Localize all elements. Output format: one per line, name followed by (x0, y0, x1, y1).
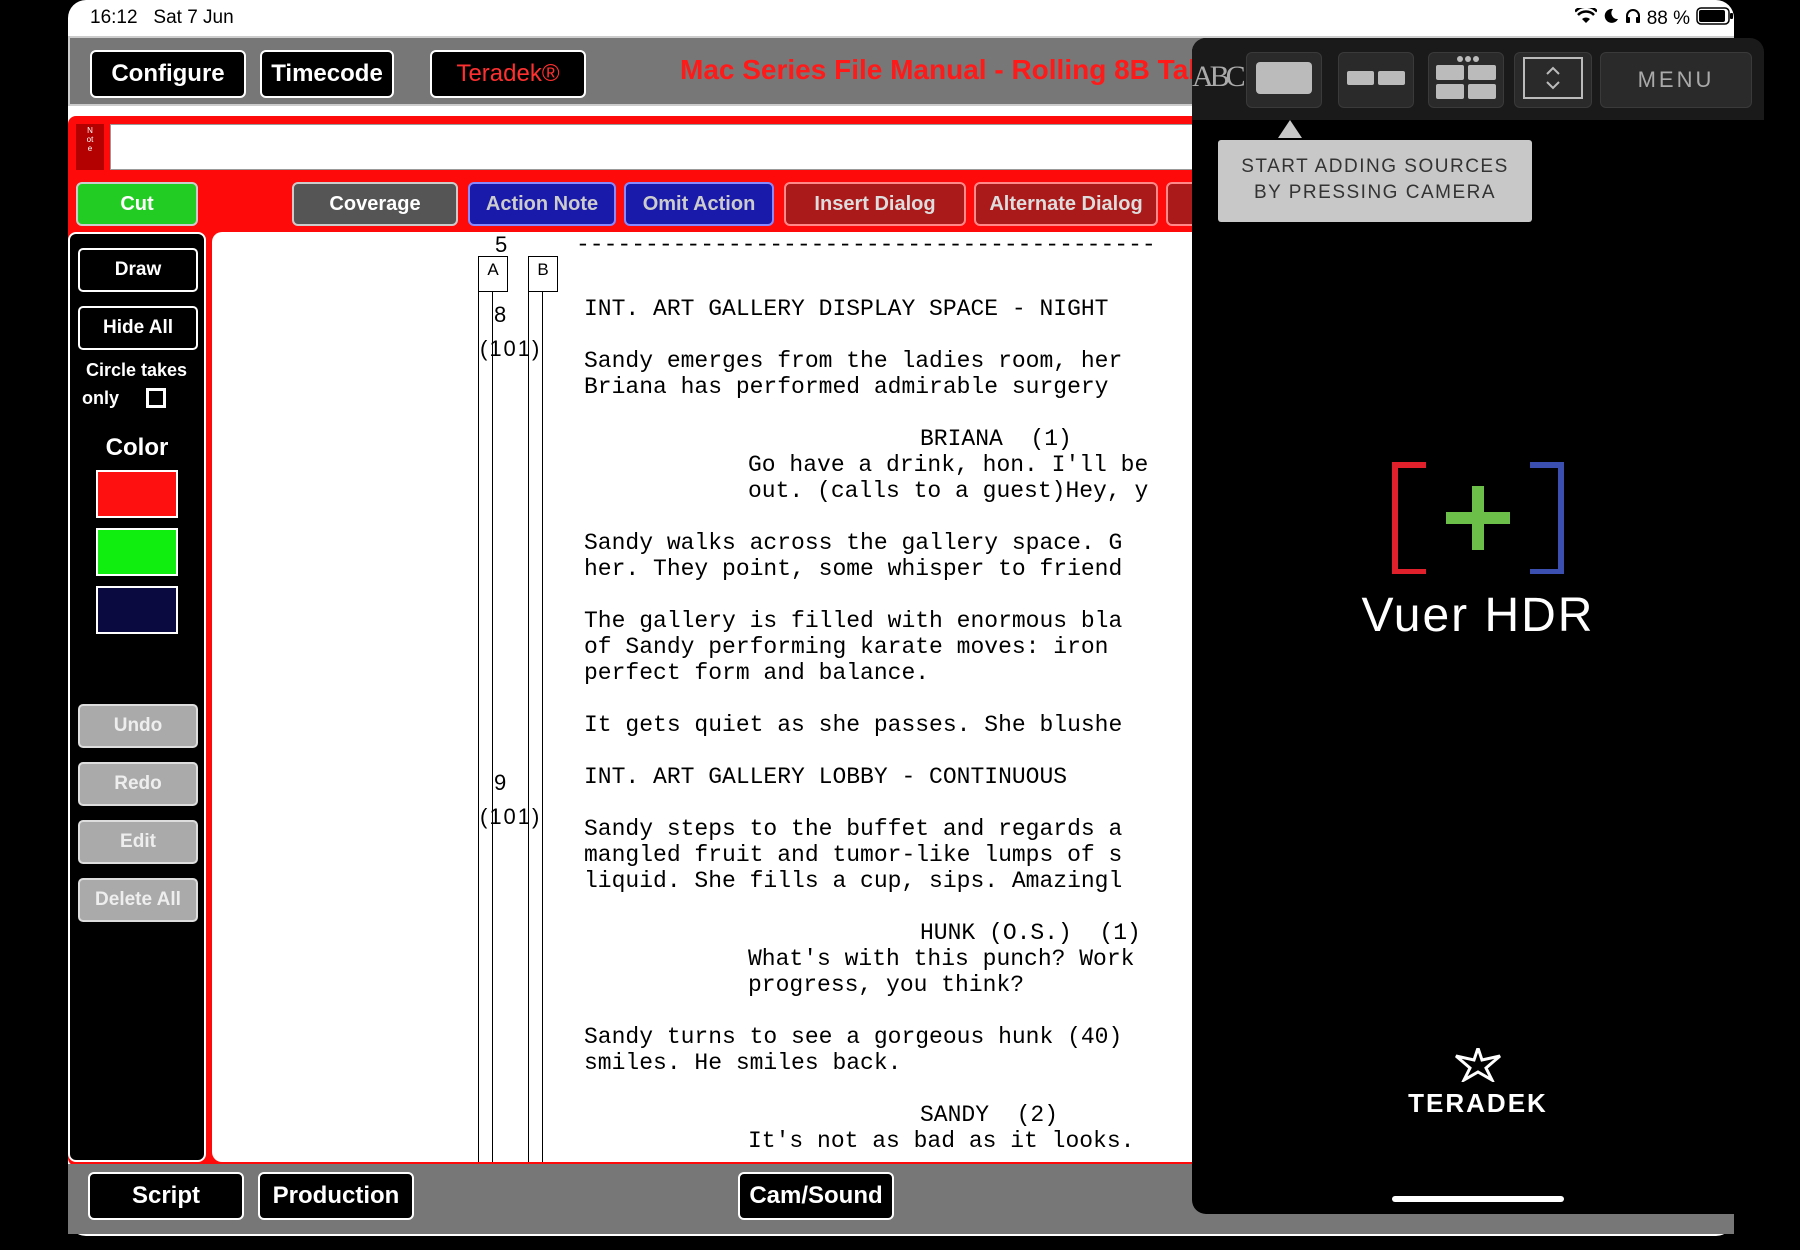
abc-icon[interactable]: ABC (1192, 60, 1248, 94)
redo-button[interactable]: Redo (78, 762, 198, 806)
action-line: her. They point, some whisper to friend (584, 556, 1123, 582)
tooltip-line-2: BY PRESSING CAMERA (1253, 182, 1497, 203)
add-camera-icon[interactable] (1392, 462, 1564, 579)
scene-8-number: 8 (494, 302, 507, 328)
vuer-app-name: Vuer HDR (1361, 589, 1595, 642)
timecode-button[interactable]: Timecode (260, 50, 394, 98)
color-swatch-navy[interactable] (96, 586, 178, 634)
status-icons: 88 % (1573, 5, 1734, 31)
page-divider: ----------------------------------------… (576, 232, 1156, 258)
note-tab-label: Note (86, 126, 94, 153)
character-name: BRIANA (1) (920, 426, 1072, 452)
hide-all-button[interactable]: Hide All (78, 306, 198, 350)
dialog-line: What's with this punch? Work (748, 946, 1135, 972)
dual-view-icon (1347, 68, 1405, 93)
take-b-line-right (542, 292, 543, 1162)
roll-title: Mac Series File Manual - Rolling 8B Take… (680, 54, 1245, 85)
tooltip-line-1: START ADDING SOURCES (1241, 156, 1509, 177)
single-view-button[interactable] (1246, 52, 1322, 108)
moon-icon (1603, 8, 1619, 30)
tooltip-arrow (1278, 120, 1302, 138)
action-line: perfect form and balance. (584, 660, 930, 686)
action-line: Sandy walks across the gallery space. G (584, 530, 1123, 556)
production-tab[interactable]: Production (258, 1172, 414, 1220)
draw-button[interactable]: Draw (78, 248, 198, 292)
alternate-dialog-button[interactable]: Alternate Dialog (974, 182, 1158, 226)
quad-view-icon (1436, 55, 1496, 106)
single-view-icon (1255, 61, 1313, 100)
scene-heading: INT. ART GALLERY DISPLAY SPACE - NIGHT (584, 296, 1109, 322)
home-indicator[interactable] (1392, 1196, 1564, 1202)
fit-view-icon (1523, 56, 1583, 104)
dialog-line: It's not as bad as it looks. (748, 1128, 1135, 1154)
dialog-line: out. (calls to a guest)Hey, y (748, 478, 1149, 504)
cam-sound-tab[interactable]: Cam/Sound (738, 1172, 894, 1220)
action-line: of Sandy performing karate moves: iron (584, 634, 1109, 660)
action-line: It gets quiet as she passes. She blushe (584, 712, 1123, 738)
teradek-logo-icon (1454, 1043, 1502, 1087)
character-name: HUNK (O.S.) (1) (920, 920, 1141, 946)
undo-button[interactable]: Undo (78, 704, 198, 748)
action-line: mangled fruit and tumor-like lumps of s (584, 842, 1123, 868)
scene-9-takes: (101) (480, 804, 542, 829)
quad-view-button[interactable] (1428, 52, 1504, 108)
script-tab[interactable]: Script (88, 1172, 244, 1220)
add-sources-tooltip: START ADDING SOURCES BY PRESSING CAMERA (1218, 140, 1532, 222)
coverage-button[interactable]: Coverage (292, 182, 458, 226)
circle-takes-label: Circle takes (86, 360, 188, 380)
take-b-line-left (528, 292, 529, 1162)
status-time: 16:12 (90, 7, 138, 28)
vuer-toolbar: ABC MENU (1192, 38, 1764, 120)
scene-heading: INT. ART GALLERY LOBBY - CONTINUOUS (584, 764, 1068, 790)
edit-button[interactable]: Edit (78, 820, 198, 864)
wifi-icon (1573, 5, 1598, 30)
battery-icon (1696, 7, 1734, 31)
scene-8-takes: (101) (480, 336, 542, 361)
cut-button[interactable]: Cut (76, 182, 198, 226)
headphones-icon (1625, 8, 1641, 30)
status-date: Sat 7 Jun (153, 7, 234, 28)
color-swatch-red[interactable] (96, 470, 178, 518)
take-b-box[interactable]: B (528, 256, 558, 292)
script-page[interactable]: 5 --------------------------------------… (212, 232, 1212, 1162)
insert-dialog-button[interactable]: Insert Dialog (784, 182, 966, 226)
dual-view-button[interactable] (1338, 52, 1414, 108)
action-line: Briana has performed admirable surgery (584, 374, 1109, 400)
delete-all-button[interactable]: Delete All (78, 878, 198, 922)
scene-9-number: 9 (494, 770, 507, 796)
action-line: liquid. She fills a cup, sips. Amazingl (584, 868, 1123, 894)
note-tab[interactable]: Note (76, 124, 104, 170)
take-a-box[interactable]: A (478, 256, 508, 292)
dialog-line: Go have a drink, hon. I'll be (748, 452, 1149, 478)
only-label: only (82, 388, 120, 408)
action-line: Sandy steps to the buffet and regards a (584, 816, 1123, 842)
take-a-line-right (492, 292, 493, 1162)
action-note-button[interactable]: Action Note (468, 182, 616, 226)
action-line: smiles. He smiles back. (584, 1050, 902, 1076)
teradek-button[interactable]: Teradek® (430, 50, 586, 98)
character-name: SANDY (2) (920, 1102, 1059, 1128)
take-a-line-left (478, 292, 479, 1162)
action-line: The gallery is filled with enormous bla (584, 608, 1123, 634)
note-input[interactable] (110, 124, 1200, 170)
status-time-date: 16:12 Sat 7 Jun (90, 7, 234, 29)
teradek-brand: TERADEK (1408, 1088, 1548, 1118)
action-line: Sandy turns to see a gorgeous hunk (40) (584, 1024, 1123, 1050)
action-line: Sandy emerges from the ladies room, her (584, 348, 1123, 374)
configure-button[interactable]: Configure (90, 50, 246, 98)
color-swatch-green[interactable] (96, 528, 178, 576)
drawing-panel: Draw Hide All Circle takes only Color Un… (68, 232, 206, 1162)
circle-takes-checkbox[interactable] (146, 388, 166, 408)
vuer-overlay: ABC MENU START ADDING SOURCES BY PRESSIN… (1192, 38, 1764, 1214)
fit-view-button[interactable] (1514, 52, 1592, 108)
color-label: Color (105, 434, 169, 461)
menu-button[interactable]: MENU (1600, 52, 1752, 108)
dialog-line: progress, you think? (748, 972, 1025, 998)
omit-action-button[interactable]: Omit Action (624, 182, 774, 226)
page-number: 5 (495, 232, 508, 257)
battery-percent: 88 % (1646, 8, 1690, 29)
